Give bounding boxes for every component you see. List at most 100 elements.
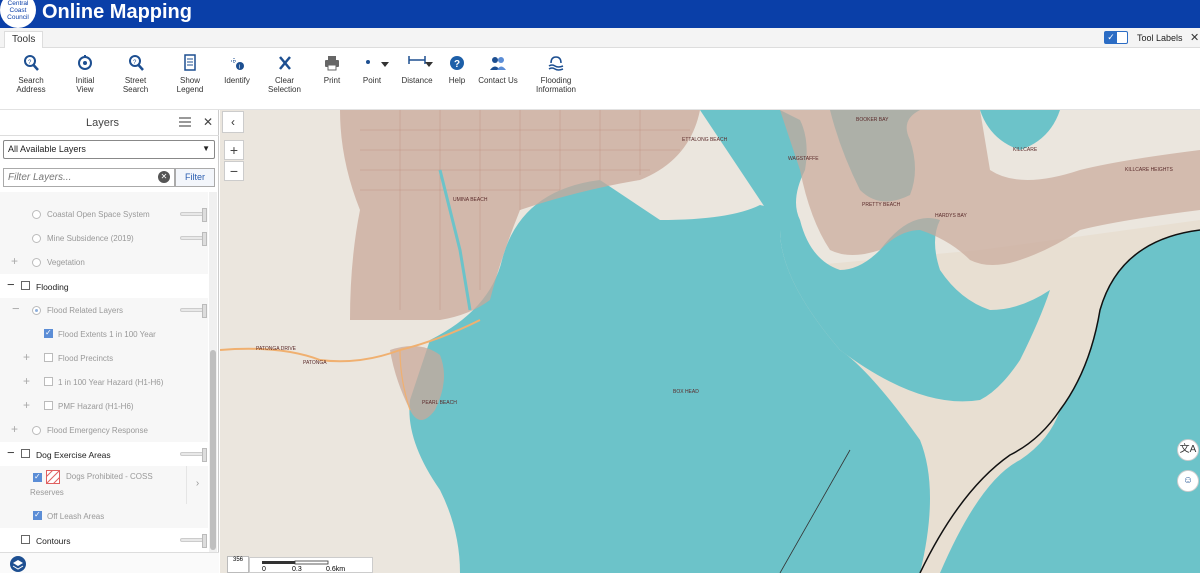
layer-label: Flood Emergency Response (47, 426, 148, 435)
collapse-icon[interactable]: − (12, 301, 20, 316)
close-panel-button[interactable]: ✕ (203, 115, 213, 129)
distance-dropdown-icon[interactable] (424, 60, 434, 68)
map-label: PRETTY BEACH (862, 202, 901, 208)
tab-tools[interactable]: Tools (4, 31, 44, 48)
collapse-panel-button[interactable]: ‹ (222, 111, 244, 133)
translate-button[interactable]: 文A (1177, 439, 1199, 461)
map-label: PATONGA DRIVE (256, 346, 297, 352)
map-canvas[interactable] (220, 110, 1200, 573)
app-title: Online Mapping (42, 1, 192, 23)
flooding-information-button[interactable]: Flooding Information (534, 54, 578, 94)
point-icon (366, 60, 370, 64)
checkbox[interactable] (33, 510, 42, 520)
street-search-button[interactable]: ? Street Search (113, 54, 158, 94)
map-label: BOOKER BAY (856, 117, 889, 123)
opacity-slider[interactable] (180, 534, 207, 548)
collapse-icon[interactable]: − (7, 277, 15, 292)
tool-labels-toggle[interactable]: ✓ (1104, 31, 1128, 44)
scale-tick: 0.3 (292, 566, 302, 573)
layer-row-off-leash[interactable]: Off Leash Areas (0, 504, 208, 528)
contact-us-button[interactable]: Contact Us (478, 54, 518, 85)
layer-row-dog-exercise[interactable]: − Dog Exercise Areas (0, 442, 208, 466)
checkbox[interactable] (33, 472, 42, 482)
tab-strip: Tools ✓ Tool Labels ✕ (0, 28, 1200, 48)
checkbox[interactable] (21, 449, 30, 458)
layer-row-contours[interactable]: Contours (0, 528, 208, 552)
layer-row-mine-subsidence[interactable]: Mine Subsidence (2019) (0, 226, 208, 250)
distance-button[interactable]: Distance (400, 54, 434, 85)
contact-icon (490, 57, 506, 70)
layer-row-1in100-hazard[interactable]: + 1 in 100 Year Hazard (H1-H6) (0, 370, 208, 394)
collapse-icon[interactable]: − (7, 445, 15, 460)
layer-row-coastal-open-space[interactable]: Coastal Open Space System (0, 202, 208, 226)
identify-button[interactable]: i Identify (222, 54, 252, 85)
checkbox[interactable] (44, 328, 53, 338)
search-address-button[interactable]: ? Search Address (6, 54, 56, 94)
help-button[interactable]: ? Help (445, 54, 469, 85)
opacity-slider[interactable] (180, 208, 207, 222)
map-label: ETTALONG BEACH (682, 137, 728, 143)
layer-label: Flood Extents 1 in 100 Year (58, 330, 156, 339)
close-toolbar-button[interactable]: ✕ (1190, 31, 1199, 44)
layer-row-flooding[interactable]: − Flooding (0, 274, 208, 298)
opacity-slider[interactable] (180, 232, 207, 246)
svg-text:?: ? (454, 59, 460, 70)
layer-row-dogs-prohibited[interactable]: Dogs Prohibited - COSS Reserves › (0, 466, 208, 504)
expand-icon[interactable]: + (23, 350, 30, 364)
layers-panel: Layers ✕ All Available Layers ▼ Filter L… (0, 110, 219, 573)
menu-icon[interactable] (179, 117, 191, 127)
basemap-button[interactable]: 356 (227, 556, 249, 573)
checkbox[interactable] (44, 401, 53, 410)
tool-label: Help (448, 76, 466, 85)
show-legend-button[interactable]: Show Legend (167, 54, 213, 94)
panel-scrollbar[interactable] (209, 192, 217, 552)
checkbox[interactable] (44, 377, 53, 386)
layer-row-vegetation[interactable]: + Vegetation (0, 250, 208, 274)
radio-button[interactable] (32, 210, 41, 219)
radio-button[interactable] (32, 426, 41, 435)
checkbox[interactable] (21, 535, 30, 544)
clear-filter-icon[interactable]: ✕ (158, 171, 170, 183)
radio-button[interactable] (32, 234, 41, 243)
radio-button[interactable] (32, 306, 41, 315)
layers-icon[interactable] (9, 556, 27, 572)
logo-line: Central (7, 0, 29, 7)
expand-icon[interactable]: + (23, 374, 30, 388)
council-logo[interactable]: Central Coast Council (0, 0, 36, 28)
panel-footer (0, 552, 219, 573)
layer-group-select[interactable]: All Available Layers ▼ (3, 140, 215, 159)
map-label: UMINA BEACH (453, 197, 488, 203)
map-label: PEARL BEACH (422, 400, 457, 406)
tool-labels-text: Tool Labels (1137, 33, 1183, 43)
point-button[interactable]: Point (360, 54, 384, 85)
expand-icon[interactable]: + (23, 398, 30, 412)
checkbox[interactable] (21, 281, 30, 290)
opacity-slider[interactable] (180, 304, 207, 318)
chevron-right-icon[interactable]: › (186, 466, 208, 504)
initial-view-button[interactable]: Initial View (66, 54, 104, 94)
layer-row-flood-related[interactable]: − Flood Related Layers (0, 298, 208, 322)
layer-row-flood-emergency[interactable]: + Flood Emergency Response (0, 418, 208, 442)
filter-button[interactable]: Filter (175, 168, 215, 187)
tool-label: Show Legend (176, 76, 204, 94)
tool-label: Point (362, 76, 382, 85)
map-view[interactable]: BOOKER BAY ETTALONG BEACH UMINA BEACH WA… (220, 110, 1200, 573)
checkbox[interactable] (44, 353, 53, 362)
zoom-in-button[interactable]: + (224, 140, 244, 160)
scrollbar-thumb[interactable] (210, 350, 216, 550)
radio-button[interactable] (32, 258, 41, 267)
clear-selection-button[interactable]: Clear Selection (259, 54, 310, 94)
expand-icon[interactable]: + (11, 254, 18, 268)
expand-icon[interactable]: + (11, 422, 18, 436)
assistant-button[interactable]: ☺ (1177, 470, 1199, 492)
tool-label: Initial View (75, 76, 95, 94)
layer-row-flood-extents[interactable]: Flood Extents 1 in 100 Year (0, 322, 208, 346)
layer-row-pmf-hazard[interactable]: + PMF Hazard (H1-H6) (0, 394, 208, 418)
opacity-slider[interactable] (180, 448, 207, 462)
zoom-out-button[interactable]: − (224, 161, 244, 181)
point-dropdown-icon[interactable] (380, 60, 390, 68)
print-button[interactable]: Print (320, 54, 344, 85)
layer-row-flood-precincts[interactable]: + Flood Precincts (0, 346, 208, 370)
tool-label: Print (323, 76, 341, 85)
filter-layers-input[interactable]: Filter Layers... (3, 168, 175, 187)
